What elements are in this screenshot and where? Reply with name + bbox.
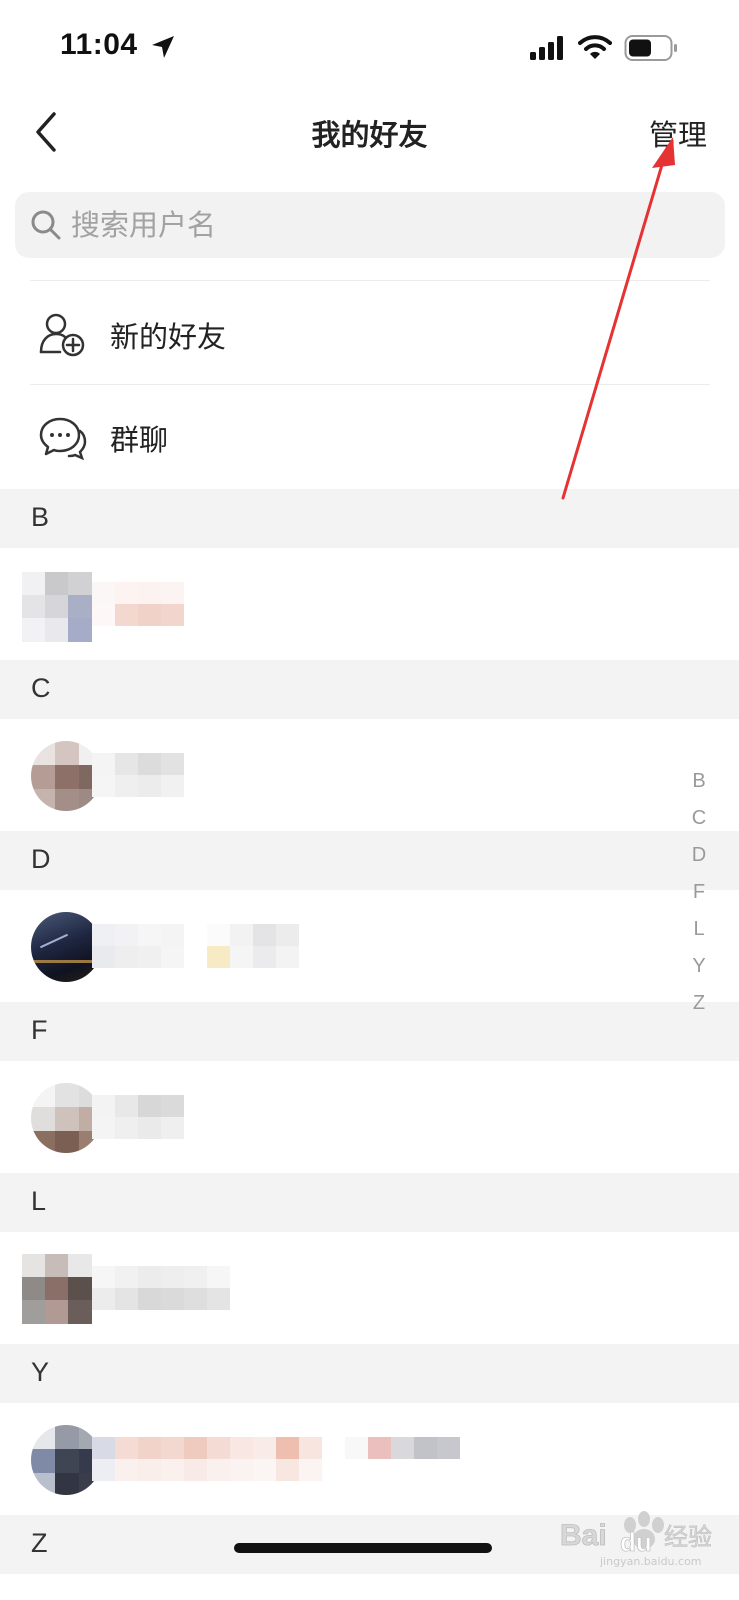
section-header-y: Y [0,1344,739,1403]
index-letter-y[interactable]: Y [687,955,711,992]
chat-bubbles-icon [39,417,87,461]
search-icon [31,210,61,240]
section-letter: L [31,1186,47,1216]
avatar [22,572,92,642]
index-letter-z[interactable]: Z [687,992,711,1029]
svg-text:Bai: Bai [560,1519,607,1552]
search-bar[interactable] [15,192,725,258]
avatar [31,1083,101,1153]
manage-button[interactable]: 管理 [649,112,707,154]
wifi-icon [578,35,612,59]
section-letter: B [31,502,50,532]
section-letter: Y [31,1357,50,1387]
avatar [22,1254,92,1324]
contact-row[interactable] [0,1403,739,1515]
section-letter: Z [31,1528,48,1558]
location-arrow-icon [152,36,174,58]
search-input[interactable] [71,202,671,248]
avatar [31,1425,101,1495]
contact-name-blurred [92,1437,462,1481]
home-indicator [234,1543,492,1553]
avatar [31,741,101,811]
alphabet-index[interactable]: B C D F L Y Z [687,770,711,1029]
section-header-f: F [0,1002,739,1061]
add-friend-icon [39,313,85,357]
group-chat-row[interactable]: 群聊 [0,385,739,489]
new-friends-label: 新的好友 [110,320,227,354]
contact-row[interactable] [0,890,739,1002]
avatar [31,912,101,982]
contact-name-blurred [92,1095,184,1139]
new-friends-row[interactable]: 新的好友 [0,282,739,386]
contact-row[interactable] [0,1232,739,1344]
section-letter: F [31,1015,48,1045]
page-title: 我的好友 [311,118,428,152]
group-chat-label: 群聊 [110,423,169,457]
cellular-signal-icon [530,36,563,60]
svg-text:du: du [620,1527,652,1557]
divider [30,280,710,281]
nav-bar: 我的好友 管理 [0,90,739,180]
status-bar: 11:04 [0,0,739,90]
svg-text:经验: 经验 [664,1523,712,1551]
status-time: 11:04 [60,28,138,61]
contact-name-blurred [92,1266,230,1310]
index-letter-d[interactable]: D [687,844,711,881]
contact-name-blurred [92,753,184,797]
contact-name-blurred [92,924,302,968]
section-header-c: C [0,660,739,719]
index-letter-f[interactable]: F [687,881,711,918]
section-header-b: B [0,489,739,548]
index-letter-l[interactable]: L [687,918,711,955]
index-letter-b[interactable]: B [687,770,711,807]
section-header-l: L [0,1173,739,1232]
index-letter-c[interactable]: C [687,807,711,844]
section-header-d: D [0,831,739,890]
section-letter: C [31,673,51,703]
contact-row[interactable] [0,719,739,831]
contact-row[interactable] [0,1061,739,1173]
contact-row[interactable] [0,548,739,660]
section-letter: D [31,844,51,874]
battery-icon [624,35,677,61]
contact-name-blurred [92,582,184,626]
watermark-url: jingyan.baidu.com [600,1555,702,1568]
